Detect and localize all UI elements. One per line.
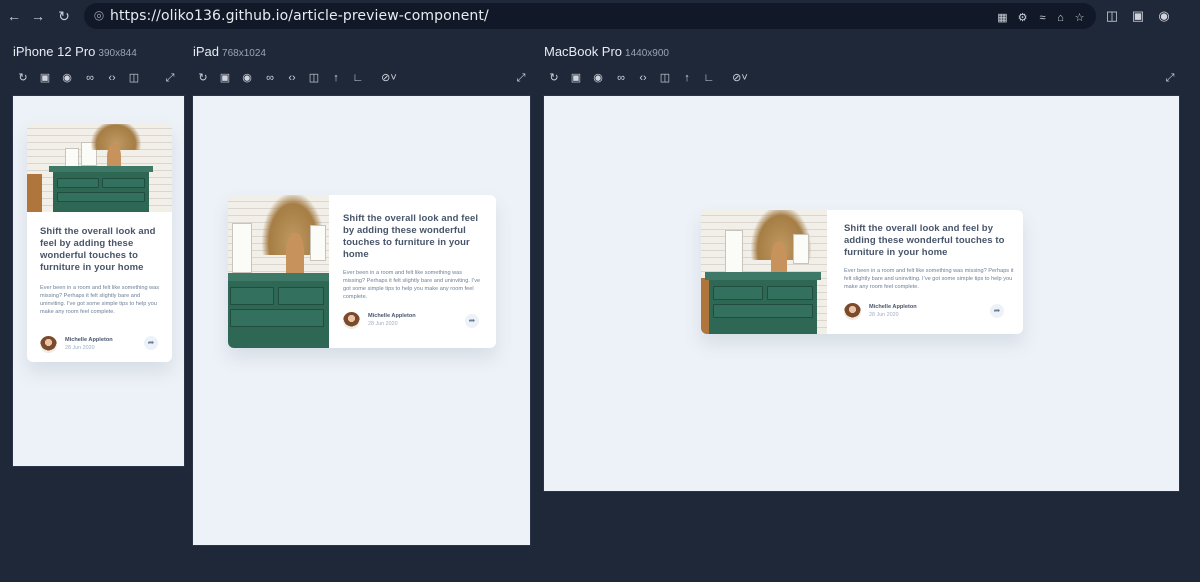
- avatar: [343, 312, 360, 329]
- responsive-viewer-icon[interactable]: ◫: [1104, 8, 1120, 24]
- link-icon[interactable]: ∞: [83, 71, 97, 85]
- device-title-ipad: iPad 768x1024: [193, 44, 266, 59]
- device-name: iPad: [193, 44, 220, 59]
- device-size: 768x1024: [222, 48, 266, 59]
- author-name: Michelle Appleton: [65, 337, 113, 343]
- scroll-up-icon[interactable]: ↑: [329, 71, 343, 85]
- back-icon[interactable]: ←: [4, 6, 24, 26]
- fullscreen-icon[interactable]: ⤢: [163, 71, 177, 85]
- avatar: [40, 336, 57, 353]
- refresh-icon[interactable]: ↻: [16, 71, 30, 85]
- publish-date: 28 Jun 2020: [869, 312, 899, 318]
- screenshot-icon[interactable]: ◉: [1156, 8, 1172, 24]
- avatar: [844, 303, 861, 320]
- rotate-device-icon[interactable]: ◫: [307, 71, 321, 85]
- article-title: Shift the overall look and feel by addin…: [844, 223, 1005, 258]
- scroll-up-icon[interactable]: ↑: [680, 71, 694, 85]
- camera-icon[interactable]: ◉: [60, 71, 74, 85]
- wifi-icon[interactable]: ≈: [1036, 12, 1049, 25]
- code-icon[interactable]: ‹›: [105, 71, 119, 85]
- link-icon[interactable]: ∞: [263, 71, 277, 85]
- article-description: Ever been in a room and felt like someth…: [844, 268, 1014, 290]
- globe-icon: ◎: [93, 8, 105, 22]
- address-bar[interactable]: ◎ https://oliko136.github.io/article-pre…: [84, 3, 1096, 29]
- publish-date: 28 Jun 2020: [368, 321, 398, 327]
- url-text[interactable]: https://oliko136.github.io/article-previ…: [110, 8, 489, 24]
- extensions-icon[interactable]: ▦: [996, 12, 1009, 25]
- ruler-icon[interactable]: ∟: [351, 71, 365, 85]
- drawers-image: [228, 195, 329, 348]
- article-card: Shift the overall look and feel by addin…: [701, 210, 1023, 334]
- device-title-iphone: iPhone 12 Pro 390x844: [13, 44, 137, 59]
- camera-icon[interactable]: ◉: [240, 71, 254, 85]
- drawers-image: [701, 210, 827, 334]
- viewport-macbook: Shift the overall look and feel by addin…: [543, 95, 1180, 492]
- forward-icon[interactable]: →: [28, 6, 48, 26]
- article-description: Ever been in a room and felt like someth…: [343, 270, 481, 300]
- article-title: Shift the overall look and feel by addin…: [343, 213, 479, 260]
- drawers-image: [27, 124, 172, 212]
- device-toolbar-macbook: ↻ ▣ ◉ ∞ ‹› ◫ ↑ ∟ ⊘˅ ⤢: [547, 71, 1181, 85]
- hide-icon[interactable]: ⊘˅: [377, 71, 401, 85]
- screenshot-edit-icon[interactable]: ▣: [218, 71, 232, 85]
- screenshot-edit-icon[interactable]: ▣: [569, 71, 583, 85]
- rotate-device-icon[interactable]: ◫: [658, 71, 672, 85]
- ruler-icon[interactable]: ∟: [702, 71, 716, 85]
- share-icon[interactable]: ➦: [990, 304, 1004, 318]
- translate-icon[interactable]: ⚙: [1016, 12, 1029, 25]
- device-size: 390x844: [98, 48, 137, 59]
- screenshot-edit-icon[interactable]: ▣: [38, 71, 52, 85]
- viewport-ipad: Shift the overall look and feel by addin…: [192, 95, 531, 546]
- article-card: Shift the overall look and feel by addin…: [27, 124, 172, 362]
- code-icon[interactable]: ‹›: [636, 71, 650, 85]
- device-name: iPhone 12 Pro: [13, 44, 96, 59]
- article-description: Ever been in a room and felt like someth…: [40, 285, 160, 315]
- device-toolbar-ipad: ↻ ▣ ◉ ∞ ‹› ◫ ↑ ∟ ⊘˅ ⤢: [196, 71, 532, 85]
- share-icon[interactable]: ➦: [144, 336, 158, 350]
- rotate-device-icon[interactable]: ◫: [127, 71, 141, 85]
- hide-icon[interactable]: ⊘˅: [728, 71, 752, 85]
- device-size: 1440x900: [625, 48, 669, 59]
- refresh-icon[interactable]: ↻: [196, 71, 210, 85]
- article-title: Shift the overall look and feel by addin…: [40, 226, 156, 273]
- viewport-iphone: Shift the overall look and feel by addin…: [12, 95, 185, 467]
- devtools-icon[interactable]: ▣: [1130, 8, 1146, 24]
- share-icon[interactable]: ➦: [465, 314, 479, 328]
- code-icon[interactable]: ‹›: [285, 71, 299, 85]
- fullscreen-icon[interactable]: ⤢: [514, 71, 528, 85]
- article-card: Shift the overall look and feel by addin…: [228, 195, 496, 348]
- browser-toolbar: ← → ↻ ◎ https://oliko136.github.io/artic…: [0, 0, 1200, 32]
- device-name: MacBook Pro: [544, 44, 623, 59]
- reload-icon[interactable]: ↻: [54, 6, 74, 26]
- device-title-macbook: MacBook Pro 1440x900: [544, 44, 669, 59]
- camera-icon[interactable]: ◉: [591, 71, 605, 85]
- star-icon[interactable]: ☆: [1073, 12, 1086, 25]
- author-name: Michelle Appleton: [869, 304, 917, 310]
- author-name: Michelle Appleton: [368, 313, 416, 319]
- fullscreen-icon[interactable]: ⤢: [1163, 71, 1177, 85]
- refresh-icon[interactable]: ↻: [547, 71, 561, 85]
- link-icon[interactable]: ∞: [614, 71, 628, 85]
- device-toolbar-iphone: ↻ ▣ ◉ ∞ ‹› ◫ ⤢: [16, 71, 186, 85]
- publish-date: 28 Jun 2020: [65, 345, 95, 351]
- home-icon[interactable]: ⌂: [1054, 12, 1067, 25]
